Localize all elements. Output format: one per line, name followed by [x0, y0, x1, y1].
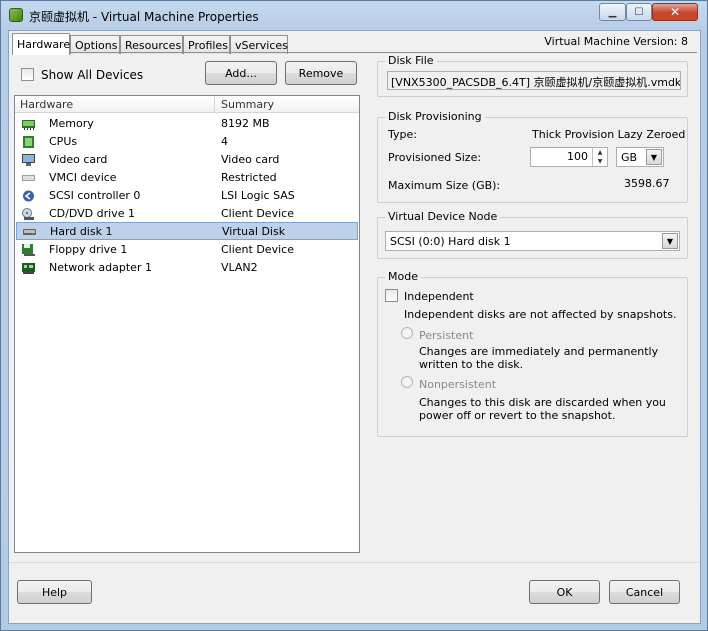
footer-divider	[9, 562, 700, 563]
persistent-radio[interactable]	[401, 327, 413, 339]
nonpersistent-radio[interactable]	[401, 376, 413, 388]
hardware-name: SCSI controller 0	[49, 189, 141, 202]
show-all-devices-label: Show All Devices	[41, 68, 144, 82]
independent-label: Independent	[404, 290, 474, 303]
remove-hardware-button[interactable]: Remove	[285, 61, 357, 85]
title-bar[interactable]: 京颐虚拟机 - Virtual Machine Properties ▁ ☐ ✕	[1, 1, 707, 29]
hardware-summary: Client Device	[221, 243, 294, 256]
virtual-device-node-dropdown[interactable]: SCSI (0:0) Hard disk 1 ▼	[385, 231, 680, 251]
minimize-button[interactable]: ▁	[599, 3, 626, 21]
hardware-row-scsi-controller[interactable]: SCSI controller 0 LSI Logic SAS	[16, 187, 358, 205]
provisioned-size-label: Provisioned Size:	[388, 151, 482, 164]
hardware-name: CPUs	[49, 135, 78, 148]
nonpersistent-description: Changes to this disk are discarded when …	[419, 396, 666, 422]
provisioning-type-label: Type:	[388, 128, 417, 141]
ok-button[interactable]: OK	[529, 580, 600, 604]
hardware-row-vmci-device[interactable]: VMCI device Restricted	[16, 169, 358, 187]
column-header-summary[interactable]: Summary	[221, 98, 274, 111]
vmci-device-icon	[22, 175, 35, 181]
memory-icon	[22, 120, 35, 130]
hardware-row-hard-disk[interactable]: Hard disk 1 Virtual Disk	[16, 222, 358, 240]
hardware-summary: Client Device	[221, 207, 294, 220]
vsphere-app-icon	[9, 8, 23, 22]
close-button[interactable]: ✕	[652, 3, 698, 21]
cpu-icon	[23, 136, 34, 148]
virtual-device-node-value: SCSI (0:0) Hard disk 1	[390, 235, 511, 248]
nonpersistent-label: Nonpersistent	[419, 378, 497, 391]
maximum-size-label: Maximum Size (GB):	[388, 179, 501, 192]
hardware-name: Network adapter 1	[49, 261, 152, 274]
column-separator	[214, 96, 215, 113]
hardware-row-cd-dvd[interactable]: CD/DVD drive 1 Client Device	[16, 205, 358, 223]
size-stepper-arrows[interactable]: ▲ ▼	[592, 148, 607, 166]
hardware-summary: 8192 MB	[221, 117, 270, 130]
cd-dvd-icon	[22, 208, 34, 220]
hardware-name: Memory	[49, 117, 94, 130]
disk-file-path-field[interactable]: [VNX5300_PACSDB_6.4T] 京颐虚拟机/京颐虚拟机.vmdk	[387, 71, 681, 90]
stepper-up-icon[interactable]: ▲	[593, 148, 607, 157]
chevron-down-icon[interactable]: ▼	[646, 149, 662, 165]
show-all-devices-checkbox[interactable]	[21, 68, 34, 81]
vm-version-label: Virtual Machine Version: 8	[544, 35, 688, 48]
hardware-summary: Video card	[221, 153, 280, 166]
provisioning-type-value: Thick Provision Lazy Zeroed	[532, 128, 686, 141]
hard-disk-icon	[23, 229, 36, 235]
disk-provisioning-title: Disk Provisioning	[385, 110, 485, 123]
hardware-list[interactable]: Hardware Summary Memory 8192 MB CPUs 4 V…	[14, 95, 360, 553]
hardware-name: Video card	[49, 153, 108, 166]
stepper-down-icon[interactable]: ▼	[593, 157, 607, 166]
hardware-row-memory[interactable]: Memory 8192 MB	[16, 115, 358, 133]
virtual-device-node-title: Virtual Device Node	[385, 210, 501, 223]
hardware-summary: Virtual Disk	[222, 225, 286, 238]
hardware-summary: 4	[221, 135, 228, 148]
provisioned-size-value: 100	[567, 150, 588, 163]
window-title: 京颐虚拟机 - Virtual Machine Properties	[29, 10, 259, 24]
hardware-summary: LSI Logic SAS	[221, 189, 295, 202]
disk-provisioning-group: Disk Provisioning Type: Thick Provision …	[377, 110, 688, 203]
dialog-client-area: Hardware Options Resources Profiles vSer…	[8, 30, 701, 624]
provisioned-size-stepper[interactable]: 100 ▲ ▼	[530, 147, 608, 167]
hardware-name: Hard disk 1	[50, 225, 113, 238]
hardware-row-cpus[interactable]: CPUs 4	[16, 133, 358, 151]
disk-file-title: Disk File	[385, 54, 437, 67]
hardware-name: VMCI device	[49, 171, 117, 184]
scsi-controller-icon	[23, 190, 34, 202]
persistent-label: Persistent	[419, 329, 474, 342]
tab-divider	[12, 52, 697, 53]
help-button[interactable]: Help	[17, 580, 92, 604]
floppy-icon	[22, 244, 35, 256]
video-card-icon	[22, 154, 35, 166]
size-unit-dropdown[interactable]: GB ▼	[616, 147, 664, 167]
chevron-down-icon[interactable]: ▼	[662, 233, 678, 249]
persistent-description: Changes are immediately and permanently …	[419, 345, 659, 371]
hardware-row-video-card[interactable]: Video card Video card	[16, 151, 358, 169]
column-header-hardware[interactable]: Hardware	[20, 98, 73, 111]
hardware-name: Floppy drive 1	[49, 243, 128, 256]
cancel-button[interactable]: Cancel	[609, 580, 680, 604]
hardware-row-network-adapter[interactable]: Network adapter 1 VLAN2	[16, 259, 358, 277]
virtual-device-node-group: Virtual Device Node SCSI (0:0) Hard disk…	[377, 210, 688, 259]
mode-group: Mode Independent Independent disks are n…	[377, 270, 688, 437]
mode-title: Mode	[385, 270, 421, 283]
disk-file-group: Disk File [VNX5300_PACSDB_6.4T] 京颐虚拟机/京颐…	[377, 54, 688, 97]
hardware-row-floppy[interactable]: Floppy drive 1 Client Device	[16, 241, 358, 259]
tab-hardware[interactable]: Hardware	[12, 33, 70, 55]
size-unit-value: GB	[621, 151, 638, 164]
add-hardware-button[interactable]: Add...	[205, 61, 277, 85]
hardware-list-header: Hardware Summary	[15, 96, 359, 113]
hardware-name: CD/DVD drive 1	[49, 207, 135, 220]
independent-description: Independent disks are not affected by sn…	[404, 308, 677, 321]
independent-checkbox[interactable]	[385, 289, 398, 302]
network-adapter-icon	[22, 263, 35, 274]
maximize-button[interactable]: ☐	[626, 3, 652, 21]
maximum-size-value: 3598.67	[624, 177, 670, 190]
hardware-summary: VLAN2	[221, 261, 258, 274]
window: 京颐虚拟机 - Virtual Machine Properties ▁ ☐ ✕…	[0, 0, 708, 631]
hardware-summary: Restricted	[221, 171, 277, 184]
